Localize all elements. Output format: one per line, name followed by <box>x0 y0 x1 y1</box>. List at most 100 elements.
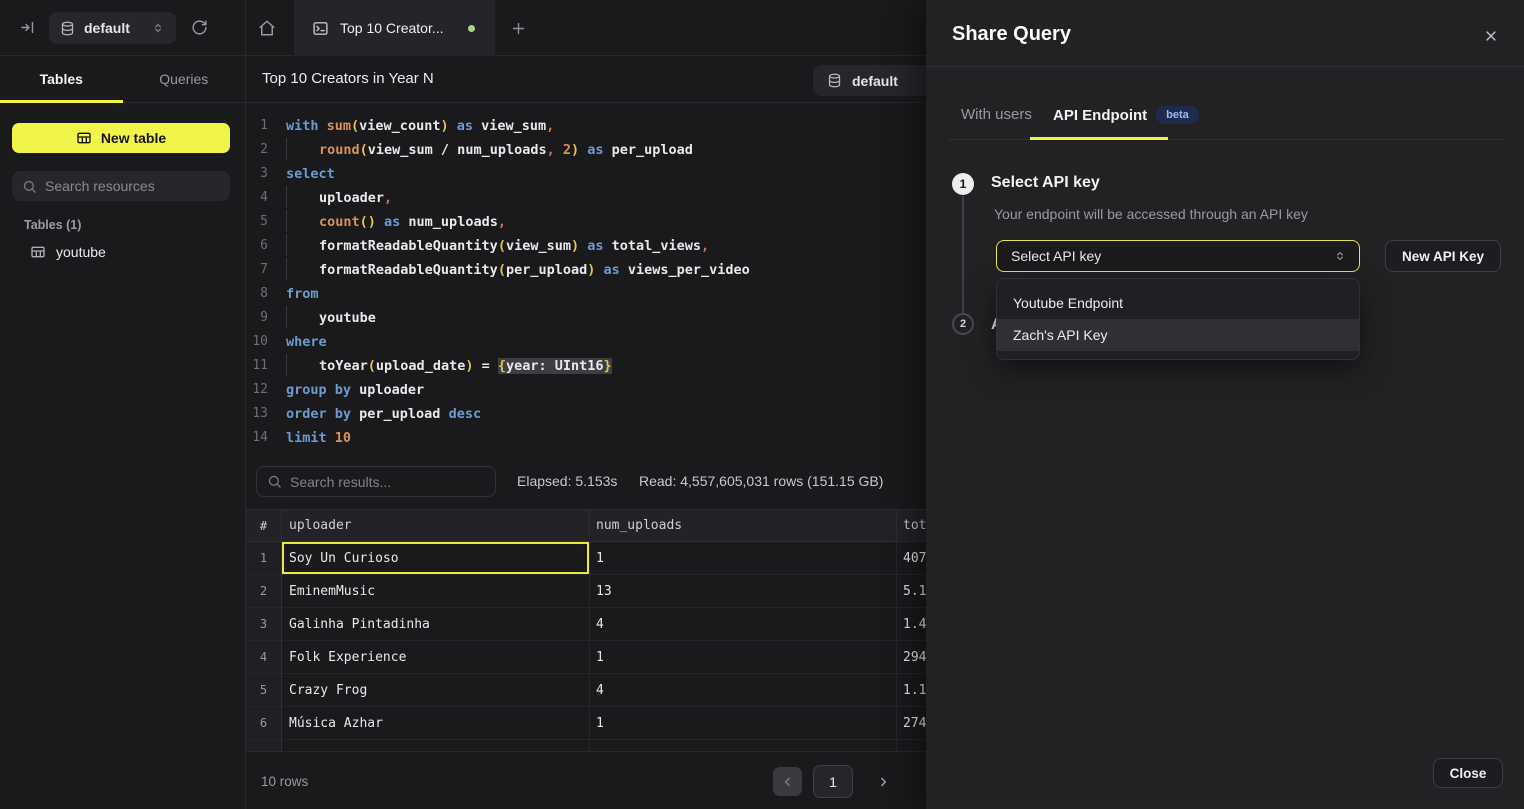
cell-uploader[interactable]: EminemMusic <box>282 575 590 607</box>
resource-search[interactable] <box>12 171 230 201</box>
cell-row-index[interactable]: 6 <box>246 707 282 739</box>
resource-search-input[interactable] <box>45 178 220 194</box>
api-key-dropdown: Youtube EndpointZach's API Key <box>996 278 1360 360</box>
cell-total-views[interactable]: 294 <box>897 641 926 673</box>
sql-token: select <box>286 166 335 182</box>
results-search[interactable] <box>256 466 496 497</box>
sql-token: = <box>473 358 497 374</box>
panel-close-icon-button[interactable] <box>1483 28 1499 44</box>
pagination-next-button[interactable] <box>868 767 897 796</box>
sql-token: count <box>319 214 360 230</box>
home-button[interactable] <box>258 19 276 37</box>
line-number: 2 <box>246 138 268 162</box>
cell-uploader[interactable]: Galinha Pintadinha <box>282 608 590 640</box>
line-number: 14 <box>246 426 268 450</box>
cell-num-uploads[interactable]: 13 <box>590 575 897 607</box>
query-title: Top 10 Creators in Year N <box>262 70 434 87</box>
sql-token: where <box>286 334 327 350</box>
sql-line-content: from <box>268 282 319 306</box>
pagination-page-button[interactable]: 1 <box>813 765 853 798</box>
cell-uploader[interactable]: Folk Experience <box>282 641 590 673</box>
cell-num-uploads[interactable]: 4 <box>590 608 897 640</box>
cell-num-uploads[interactable]: 1 <box>590 542 897 574</box>
cell-total-views[interactable]: 407 <box>897 542 926 574</box>
cell-num-uploads[interactable]: 1 <box>590 707 897 739</box>
sql-token: as <box>376 214 409 230</box>
new-tab-button[interactable] <box>510 20 527 37</box>
step-2-badge: 2 <box>952 313 974 335</box>
column-header-num-uploads: num_uploads <box>590 510 897 541</box>
api-key-option[interactable]: Youtube Endpoint <box>997 287 1359 319</box>
cell-row-index[interactable]: 2 <box>246 575 282 607</box>
sql-code: 1with sum(view_count) as view_sum,2round… <box>246 114 926 450</box>
table-row: 5Crazy Frog41.1 <box>246 674 926 707</box>
line-number: 8 <box>246 282 268 306</box>
line-number: 12 <box>246 378 268 402</box>
cell-total-views[interactable]: 1.1 <box>897 674 926 706</box>
sql-token: as <box>595 262 628 278</box>
sql-token: with <box>286 118 327 134</box>
cell-uploader[interactable]: Soy Un Curioso <box>282 542 590 574</box>
sql-token: view_sum / num_uploads <box>368 142 547 158</box>
sql-token: ( <box>351 118 359 134</box>
cell-uploader[interactable]: Música Azhar <box>282 707 590 739</box>
sql-line-content: uploader, <box>268 186 392 210</box>
close-button[interactable]: Close <box>1433 758 1503 788</box>
tab-queries[interactable]: Queries <box>123 56 246 102</box>
cell-total-views[interactable]: 274 <box>897 707 926 739</box>
indent-guide <box>286 258 319 280</box>
table-row: 3Galinha Pintadinha41.4 <box>246 608 926 641</box>
line-number: 11 <box>246 354 268 378</box>
step-1-heading: Select API key <box>991 174 1100 192</box>
sql-token: ) <box>571 238 579 254</box>
sql-line-content: count() as num_uploads, <box>268 210 506 234</box>
beta-badge: beta <box>1156 106 1199 124</box>
sidebar-tabs: Tables Queries <box>0 56 245 103</box>
results-table-header: # uploader num_uploads tot <box>246 509 926 542</box>
cell-total-views[interactable]: 5.1 <box>897 575 926 607</box>
cell-num-uploads[interactable]: 1 <box>590 641 897 673</box>
cell-row-index[interactable]: 4 <box>246 641 282 673</box>
sql-token: , <box>701 238 709 254</box>
tab-tables[interactable]: Tables <box>0 56 123 102</box>
api-key-select[interactable]: Select API key <box>996 240 1360 272</box>
sql-token: ( <box>498 238 506 254</box>
cell-num-uploads[interactable]: 4 <box>590 674 897 706</box>
cell-row-index[interactable]: 3 <box>246 608 282 640</box>
results-search-input[interactable] <box>290 474 485 490</box>
sidebar-item-youtube[interactable]: youtube <box>30 244 106 260</box>
pagination-prev-button[interactable] <box>773 767 802 796</box>
cell-total-views[interactable]: 1.4 <box>897 608 926 640</box>
plus-icon <box>510 20 527 37</box>
api-key-option[interactable]: Zach's API Key <box>997 319 1359 351</box>
tab-api-endpoint-label: API Endpoint <box>1053 107 1147 124</box>
sidebar-collapse-button[interactable] <box>19 19 36 36</box>
database-selector[interactable]: default <box>49 12 176 44</box>
tab-api-endpoint[interactable]: API Endpoint beta <box>1053 106 1199 124</box>
new-api-key-button[interactable]: New API Key <box>1385 240 1501 272</box>
sql-line: 11toYear(upload_date) = {year: UInt16} <box>246 354 926 378</box>
sql-editor[interactable]: 1with sum(view_count) as view_sum,2round… <box>246 103 926 450</box>
elapsed-stat: Elapsed: 5.153s <box>517 473 617 489</box>
cell-row-index[interactable]: 5 <box>246 674 282 706</box>
line-number: 5 <box>246 210 268 234</box>
sql-line-content: where <box>268 330 327 354</box>
new-table-button[interactable]: New table <box>12 123 230 153</box>
refresh-icon <box>191 19 208 36</box>
column-header-uploader: uploader <box>282 510 590 541</box>
api-key-select-value: Select API key <box>1011 248 1333 264</box>
sql-token: uploader <box>359 382 424 398</box>
sql-token: view_sum <box>481 118 546 134</box>
cell-row-index[interactable]: 1 <box>246 542 282 574</box>
refresh-button[interactable] <box>191 19 208 36</box>
query-tab-title: Top 10 Creator... <box>340 20 444 36</box>
indent-guide <box>286 306 319 328</box>
sql-line-content: youtube <box>268 306 376 330</box>
tab-with-users[interactable]: With users <box>961 106 1032 123</box>
database-icon <box>60 21 75 36</box>
cell-uploader[interactable]: Crazy Frog <box>282 674 590 706</box>
share-panel-header: Share Query <box>926 0 1524 67</box>
search-icon <box>267 474 282 489</box>
table-icon <box>76 130 92 146</box>
query-tab[interactable]: Top 10 Creator... <box>294 0 495 56</box>
